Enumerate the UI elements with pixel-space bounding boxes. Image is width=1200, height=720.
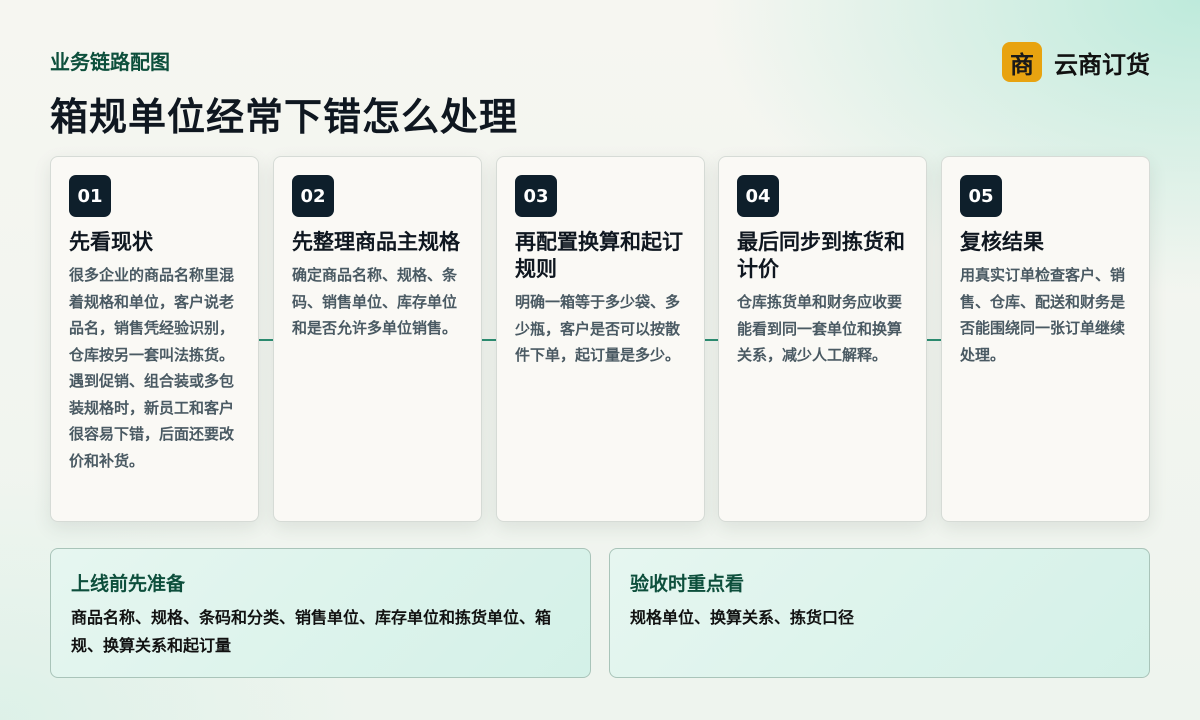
step-description: 仓库拣货单和财务应收要能看到同一套单位和换算关系，减少人工解释。	[737, 293, 903, 364]
step-description: 很多企业的商品名称里混着规格和单位，客户说老品名，销售凭经验识别，仓库按另一套叫…	[69, 266, 235, 470]
panel-body: 规格单位、换算关系、拣货口径	[630, 608, 855, 627]
step-card-4: 04 最后同步到拣货和计价 仓库拣货单和财务应收要能看到同一套单位和换算关系，减…	[718, 156, 927, 522]
brand-name: 云商订货	[1054, 50, 1150, 79]
steps-row: 01 先看现状 很多企业的商品名称里混着规格和单位，客户说老品名，销售凭经验识别…	[50, 156, 1150, 522]
panel-body: 商品名称、规格、条码和分类、销售单位、库存单位和拣货单位、箱规、换算关系和起订量	[71, 608, 552, 655]
step-card-3: 03 再配置换算和起订规则 明确一箱等于多少袋、多少瓶，客户是否可以按散件下单，…	[496, 156, 705, 522]
prep-panel: 上线前先准备 商品名称、规格、条码和分类、销售单位、库存单位和拣货单位、箱规、换…	[50, 548, 591, 678]
step-number-badge: 02	[292, 175, 334, 217]
step-title: 先整理商品主规格	[292, 230, 460, 254]
step-title: 最后同步到拣货和计价	[737, 230, 905, 281]
step-card-2: 02 先整理商品主规格 确定商品名称、规格、条码、销售单位、库存单位和是否允许多…	[273, 156, 482, 522]
brand: 商 云商订货	[1002, 42, 1150, 82]
step-description: 明确一箱等于多少袋、多少瓶，客户是否可以按散件下单，起订量是多少。	[515, 293, 681, 364]
step-title: 先看现状	[69, 230, 153, 254]
step-card-1: 01 先看现状 很多企业的商品名称里混着规格和单位，客户说老品名，销售凭经验识别…	[50, 156, 259, 522]
panel-title: 上线前先准备	[71, 573, 186, 595]
step-card-5: 05 复核结果 用真实订单检查客户、销售、仓库、配送和财务是否能围绕同一张订单继…	[941, 156, 1150, 522]
eyebrow-label: 业务链路配图	[50, 50, 170, 74]
step-description: 确定商品名称、规格、条码、销售单位、库存单位和是否允许多单位销售。	[292, 266, 458, 337]
acceptance-panel: 验收时重点看 规格单位、换算关系、拣货口径	[609, 548, 1150, 678]
step-number-badge: 01	[69, 175, 111, 217]
step-description: 用真实订单检查客户、销售、仓库、配送和财务是否能围绕同一张订单继续处理。	[960, 266, 1126, 364]
step-number-badge: 03	[515, 175, 557, 217]
step-title: 复核结果	[960, 230, 1044, 254]
step-number-badge: 05	[960, 175, 1002, 217]
step-number-badge: 04	[737, 175, 779, 217]
panel-title: 验收时重点看	[630, 573, 745, 595]
brand-logo: 商	[1002, 42, 1042, 82]
page-title: 箱规单位经常下错怎么处理	[50, 95, 519, 139]
step-title: 再配置换算和起订规则	[515, 230, 683, 281]
